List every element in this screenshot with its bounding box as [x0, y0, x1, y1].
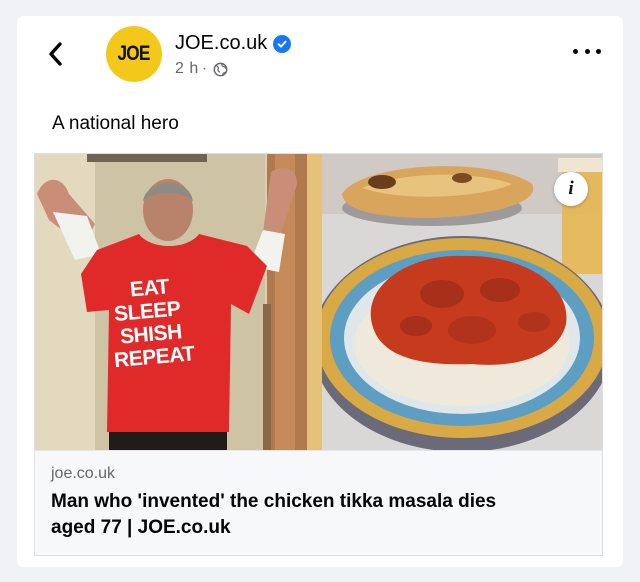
chevron-left-icon [49, 42, 62, 66]
info-icon: i [568, 178, 574, 199]
link-domain: joe.co.uk [51, 465, 116, 482]
headline-line: Man who 'invented' the chicken tikka mas… [51, 491, 497, 512]
link-preview-image[interactable]: EAT SLEEP SHISH REPEAT i [35, 154, 602, 450]
headline-line: aged 77 | JOE.co.uk [51, 517, 231, 538]
dot [573, 48, 578, 54]
post-timestamp[interactable]: 2 h [175, 60, 199, 78]
dot [596, 48, 601, 54]
link-headline[interactable]: Man who 'invented' the chicken tikka mas… [51, 489, 591, 541]
dot [584, 48, 590, 54]
back-button[interactable] [41, 36, 69, 72]
verified-badge-icon [273, 34, 292, 53]
avatar-logo-text: JOE [117, 42, 151, 65]
link-info[interactable]: joe.co.uk Man who 'invented' the chicken… [35, 450, 602, 555]
post-card: JOE JOE.co.uk 2 h · A national hero EAT … [17, 16, 623, 567]
page-name[interactable]: JOE.co.uk [175, 32, 267, 55]
meta-separator: · [201, 60, 208, 77]
info-button[interactable]: i [554, 172, 588, 206]
post-meta: 2 h · [175, 60, 228, 78]
page-name-row: JOE.co.uk [175, 32, 292, 55]
page-avatar[interactable]: JOE [106, 26, 162, 82]
link-preview[interactable]: EAT SLEEP SHISH REPEAT i joe.co.uk Man w… [34, 153, 603, 556]
post-caption: A national hero [52, 113, 179, 134]
more-options-button[interactable] [573, 42, 601, 60]
globe-icon [213, 62, 228, 76]
